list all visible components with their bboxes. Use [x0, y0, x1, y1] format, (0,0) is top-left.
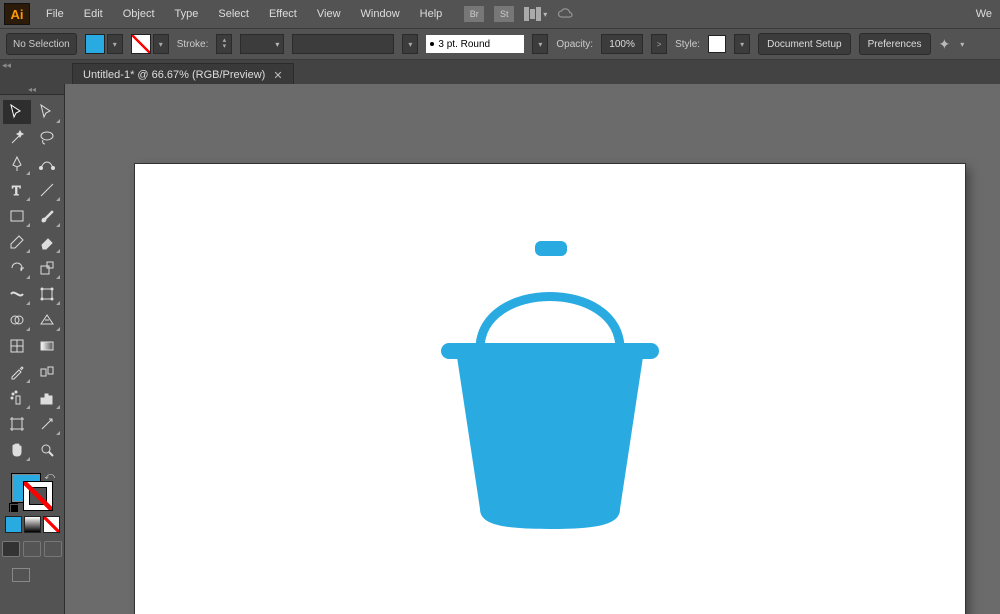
control-bar: No Selection ▾ ▾ Stroke: ▴▾ ▾ ▾ 3 pt. Ro…: [0, 28, 1000, 60]
align-to-icon[interactable]: ✦: [939, 36, 951, 53]
variable-width-profile[interactable]: 3 pt. Round: [426, 35, 524, 53]
document-tab[interactable]: Untitled-1* @ 66.67% (RGB/Preview) ✕: [72, 63, 294, 86]
document-setup-button[interactable]: Document Setup: [758, 33, 851, 55]
screen-mode-icon[interactable]: [12, 568, 30, 582]
type-tool[interactable]: T: [3, 178, 31, 202]
magic-wand-tool[interactable]: [3, 126, 31, 150]
slice-tool[interactable]: [33, 412, 61, 436]
menu-bar: Ai File Edit Object Type Select Effect V…: [0, 0, 1000, 28]
stroke-swatch[interactable]: [131, 34, 151, 54]
tools-panel-grip[interactable]: ◂◂: [0, 84, 64, 95]
arrange-documents-icon[interactable]: ▾: [524, 7, 547, 21]
draw-behind-icon[interactable]: [23, 541, 41, 557]
document-tab-title: Untitled-1* @ 66.67% (RGB/Preview): [83, 69, 265, 81]
color-mode-gradient[interactable]: [24, 516, 41, 533]
gradient-tool[interactable]: [33, 334, 61, 358]
paintbrush-tool[interactable]: [33, 204, 61, 228]
brush-definition[interactable]: [292, 34, 394, 54]
eraser-tool[interactable]: [33, 230, 61, 254]
stock-icon[interactable]: St: [494, 6, 514, 22]
opacity-dropdown[interactable]: >: [651, 34, 667, 54]
menu-effect[interactable]: Effect: [259, 0, 307, 28]
workspace-switcher[interactable]: We: [976, 8, 996, 20]
document-tabs: ◂◂ Untitled-1* @ 66.67% (RGB/Preview) ✕: [0, 60, 1000, 86]
svg-text:T: T: [12, 184, 21, 198]
artboard-tool[interactable]: [3, 412, 31, 436]
lasso-tool[interactable]: [33, 126, 61, 150]
shaper-tool[interactable]: [3, 230, 31, 254]
brush-dropdown[interactable]: ▾: [402, 34, 418, 54]
style-label: Style:: [675, 39, 700, 50]
line-segment-tool[interactable]: [33, 178, 61, 202]
curvature-tool[interactable]: [33, 152, 61, 176]
free-transform-tool[interactable]: [33, 282, 61, 306]
stroke-color-box[interactable]: [23, 481, 53, 511]
fill-swatch[interactable]: [85, 34, 105, 54]
swap-fill-stroke-icon[interactable]: ⤺: [44, 471, 55, 482]
menu-help[interactable]: Help: [410, 0, 453, 28]
selection-tool[interactable]: [3, 100, 31, 124]
rotate-tool[interactable]: [3, 256, 31, 280]
screen-mode-placeholder: [36, 568, 52, 582]
column-graph-tool[interactable]: [33, 386, 61, 410]
rectangle-tool[interactable]: [3, 204, 31, 228]
artboard[interactable]: [135, 164, 965, 614]
menu-window[interactable]: Window: [351, 0, 410, 28]
menu-select[interactable]: Select: [208, 0, 259, 28]
draw-normal-icon[interactable]: [2, 541, 20, 557]
draw-inside-icon[interactable]: [44, 541, 62, 557]
bucket-artwork[interactable]: [435, 239, 665, 532]
drawing-modes: [2, 541, 62, 557]
perspective-grid-tool[interactable]: [33, 308, 61, 332]
app-icon: Ai: [4, 3, 30, 25]
blend-tool[interactable]: [33, 360, 61, 384]
menu-object[interactable]: Object: [113, 0, 165, 28]
shape-builder-tool[interactable]: [3, 308, 31, 332]
stroke-weight-field[interactable]: ▾: [240, 34, 284, 54]
profile-label: 3 pt. Round: [438, 39, 490, 50]
fill-dropdown[interactable]: ▾: [107, 34, 123, 54]
align-dropdown[interactable]: ▾: [960, 40, 964, 49]
tools-panel: ◂◂ T: [0, 84, 65, 614]
stroke-weight-stepper[interactable]: ▴▾: [216, 34, 232, 54]
style-dropdown[interactable]: ▾: [734, 34, 750, 54]
canvas-area[interactable]: [65, 84, 1000, 614]
graphic-style-swatch[interactable]: [708, 35, 726, 53]
zoom-tool[interactable]: [33, 438, 61, 462]
stroke-dropdown[interactable]: ▾: [153, 34, 169, 54]
opacity-label: Opacity:: [556, 39, 593, 50]
selection-status: No Selection: [6, 33, 77, 55]
mesh-tool[interactable]: [3, 334, 31, 358]
stroke-weight-label: Stroke:: [177, 39, 209, 50]
color-mode-row: [5, 516, 60, 533]
eyedropper-tool[interactable]: [3, 360, 31, 384]
panel-collapse-handle[interactable]: ◂◂: [2, 60, 12, 71]
color-mode-solid[interactable]: [5, 516, 22, 533]
color-mode-none[interactable]: [43, 516, 60, 533]
menu-type[interactable]: Type: [165, 0, 209, 28]
default-fill-stroke-icon[interactable]: [9, 503, 19, 513]
menu-view[interactable]: View: [307, 0, 351, 28]
width-tool[interactable]: [3, 282, 31, 306]
symbol-sprayer-tool[interactable]: [3, 386, 31, 410]
sync-settings-icon[interactable]: [557, 7, 575, 21]
preferences-button[interactable]: Preferences: [859, 33, 931, 55]
menu-edit[interactable]: Edit: [74, 0, 113, 28]
bridge-icon[interactable]: Br: [464, 6, 484, 22]
scale-tool[interactable]: [33, 256, 61, 280]
direct-selection-tool[interactable]: [33, 100, 61, 124]
pen-tool[interactable]: [3, 152, 31, 176]
profile-dropdown[interactable]: ▾: [532, 34, 548, 54]
close-tab-icon[interactable]: ✕: [273, 69, 282, 82]
hand-tool[interactable]: [3, 438, 31, 462]
menu-file[interactable]: File: [36, 0, 74, 28]
opacity-field[interactable]: 100%: [601, 34, 643, 54]
fill-stroke-indicator[interactable]: ⤺: [11, 473, 53, 511]
